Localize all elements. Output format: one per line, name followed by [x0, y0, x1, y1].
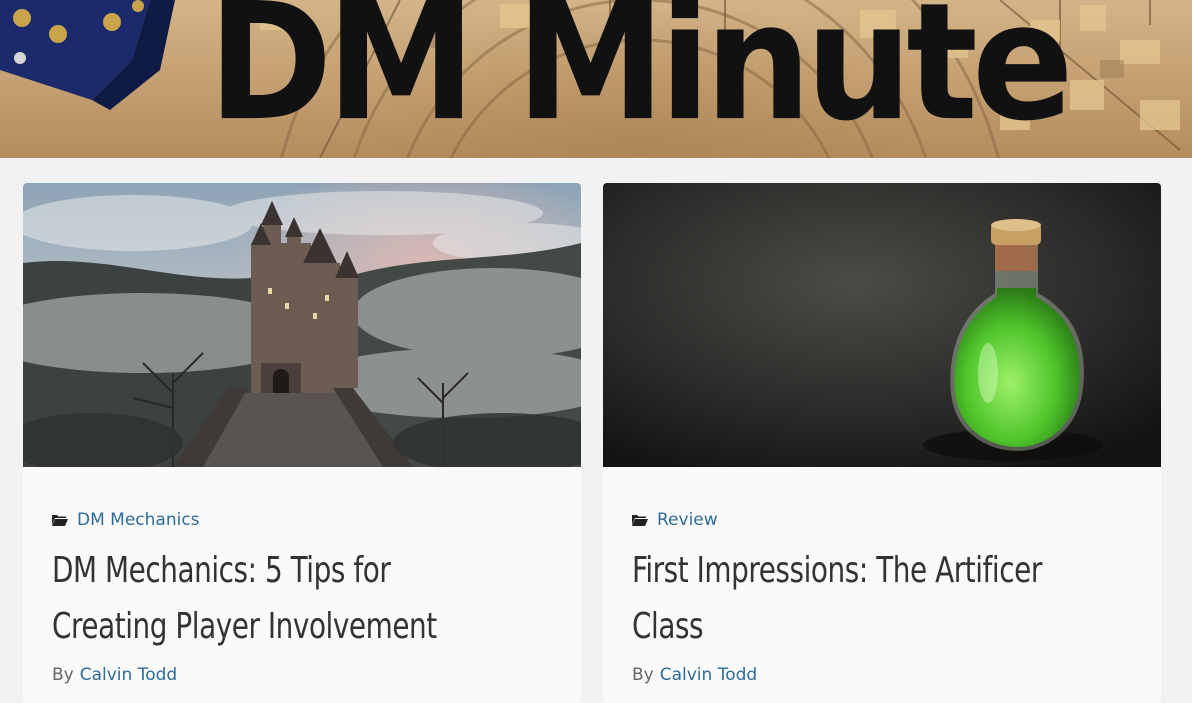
by-label: By: [632, 665, 654, 685]
post-card: Review First Impressions: The Artificer …: [603, 183, 1161, 703]
post-byline: By Calvin Todd: [52, 665, 177, 685]
post-thumbnail-castle[interactable]: [23, 183, 581, 467]
dice-graphic: [0, 0, 175, 110]
folder-icon: [52, 515, 68, 526]
post-thumbnail-potion[interactable]: [603, 183, 1161, 467]
by-label: By: [52, 665, 74, 685]
post-card: DM Mechanics DM Mechanics: 5 Tips for Cr…: [23, 183, 581, 703]
folder-icon: [632, 515, 648, 526]
category-link[interactable]: Review: [657, 510, 718, 530]
post-byline: By Calvin Todd: [632, 665, 757, 685]
post-category: DM Mechanics: [52, 510, 200, 530]
category-link[interactable]: DM Mechanics: [77, 510, 200, 530]
site-title[interactable]: DM Minute: [208, 0, 1074, 144]
post-title-link[interactable]: First Impressions: The Artificer Class: [632, 543, 1071, 655]
post-category: Review: [632, 510, 718, 530]
site-header-banner[interactable]: DM Minute: [0, 0, 1192, 158]
author-link[interactable]: Calvin Todd: [660, 665, 757, 685]
post-title-link[interactable]: DM Mechanics: 5 Tips for Creating Player…: [52, 543, 491, 655]
author-link[interactable]: Calvin Todd: [80, 665, 177, 685]
